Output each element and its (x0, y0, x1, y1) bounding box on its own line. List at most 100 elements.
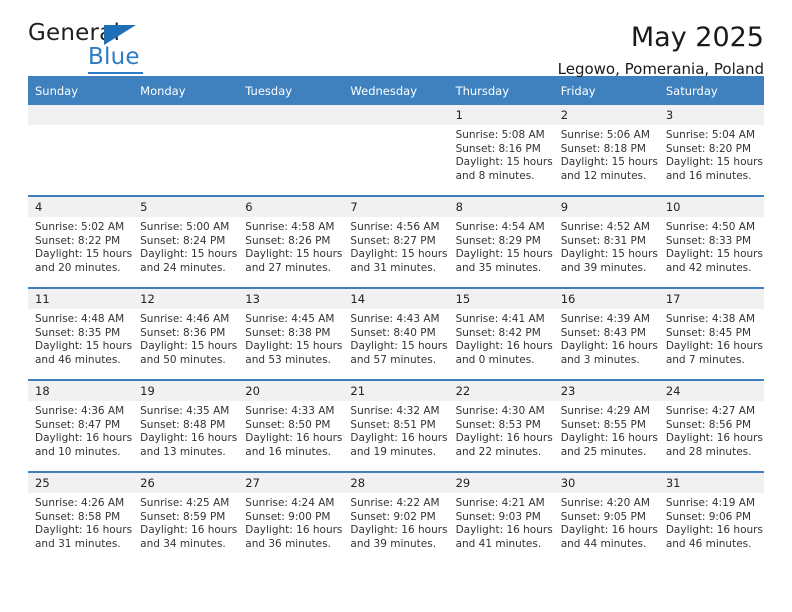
day-number: 26 (133, 473, 239, 493)
sunset-text: Sunset: 8:16 PM (455, 142, 541, 155)
daylight-text: and 35 minutes. (455, 261, 542, 274)
day-number (238, 105, 344, 125)
day-cell[interactable]: 6 Sunrise: 4:58 AM Sunset: 8:26 PM Daylight… (238, 195, 344, 288)
sunset-text: Sunset: 9:03 PM (455, 510, 541, 523)
day-sun-info: Sunrise: 4:50 AM Sunset: 8:33 PM Daylight:… (659, 217, 764, 275)
daylight-text: and 16 minutes. (665, 169, 752, 182)
day-number: 2 (553, 105, 659, 125)
day-cell[interactable]: 2 Sunrise: 5:06 AM Sunset: 8:18 PM Daylight… (553, 105, 659, 196)
sunset-text: Sunset: 8:38 PM (245, 326, 331, 339)
sunrise-text: Sunrise: 4:29 AM (560, 405, 650, 417)
daylight-text: and 46 minutes. (665, 537, 752, 550)
day-cell[interactable]: 3 Sunrise: 5:04 AM Sunset: 8:20 PM Daylight… (658, 105, 764, 196)
day-number: 25 (28, 473, 134, 493)
day-cell[interactable]: 27 Sunrise: 4:24 AM Sunset: 9:00 PM Dayligh… (238, 471, 344, 563)
day-sun-info: Sunrise: 4:22 AM Sunset: 9:02 PM Daylight:… (343, 493, 448, 551)
daylight-text: Daylight: 15 hours (665, 156, 763, 168)
day-cell[interactable]: 5 Sunrise: 5:00 AM Sunset: 8:24 PM Daylight… (133, 195, 239, 288)
daylight-text: and 42 minutes. (665, 261, 752, 274)
day-number: 18 (28, 381, 134, 401)
sunrise-text: Sunrise: 5:00 AM (140, 221, 230, 233)
sunset-text: Sunset: 8:55 PM (560, 418, 646, 431)
day-sun-info: Sunrise: 4:48 AM Sunset: 8:35 PM Daylight:… (28, 309, 133, 367)
daylight-text: and 24 minutes. (140, 261, 226, 274)
day-number: 6 (238, 197, 344, 217)
day-cell[interactable]: 1 Sunrise: 5:08 AM Sunset: 8:16 PM Daylight… (448, 105, 554, 196)
day-number: 28 (343, 473, 449, 493)
daylight-text: Daylight: 16 hours (455, 432, 553, 444)
daylight-text: and 16 minutes. (245, 445, 331, 458)
daylight-text: and 39 minutes. (560, 261, 647, 274)
day-cell[interactable]: 13 Sunrise: 4:45 AM Sunset: 8:38 PM Dayligh… (238, 287, 344, 380)
sunset-text: Sunset: 8:31 PM (560, 234, 646, 247)
sunrise-text: Sunrise: 4:35 AM (140, 405, 230, 417)
day-sun-info: Sunrise: 4:19 AM Sunset: 9:06 PM Daylight:… (659, 493, 764, 551)
sunrise-text: Sunrise: 4:19 AM (665, 497, 756, 509)
daylight-text: and 41 minutes. (455, 537, 542, 550)
day-cell[interactable]: 26 Sunrise: 4:25 AM Sunset: 8:59 PM Dayligh… (133, 471, 239, 563)
day-cell[interactable]: 15 Sunrise: 4:41 AM Sunset: 8:42 PM Dayligh… (448, 287, 554, 380)
daylight-text: Daylight: 15 hours (140, 248, 238, 260)
daylight-text: Daylight: 16 hours (455, 340, 553, 352)
day-cell[interactable]: 30 Sunrise: 4:20 AM Sunset: 9:05 PM Dayligh… (553, 471, 659, 563)
day-cell[interactable]: 17 Sunrise: 4:38 AM Sunset: 8:45 PM Dayligh… (658, 287, 764, 380)
day-sun-info: Sunrise: 4:52 AM Sunset: 8:31 PM Daylight:… (554, 217, 659, 275)
day-cell[interactable]: 22 Sunrise: 4:30 AM Sunset: 8:53 PM Dayligh… (448, 379, 554, 472)
day-cell[interactable]: 14 Sunrise: 4:43 AM Sunset: 8:40 PM Dayligh… (343, 287, 449, 380)
day-cell[interactable]: 31 Sunrise: 4:19 AM Sunset: 9:06 PM Dayligh… (658, 471, 764, 563)
day-cell[interactable]: 25 Sunrise: 4:26 AM Sunset: 8:58 PM Dayligh… (28, 471, 134, 563)
day-cell[interactable]: 20 Sunrise: 4:33 AM Sunset: 8:50 PM Dayligh… (238, 379, 344, 472)
day-cell[interactable]: 11 Sunrise: 4:48 AM Sunset: 8:35 PM Dayligh… (28, 287, 134, 380)
day-cell[interactable]: 29 Sunrise: 4:21 AM Sunset: 9:03 PM Dayligh… (448, 471, 554, 563)
daylight-text: Daylight: 15 hours (35, 248, 133, 260)
day-sun-info: Sunrise: 4:32 AM Sunset: 8:51 PM Daylight:… (343, 401, 448, 459)
sunset-text: Sunset: 8:53 PM (455, 418, 541, 431)
day-number: 29 (448, 473, 554, 493)
daylight-text: and 46 minutes. (35, 353, 121, 366)
sunrise-text: Sunrise: 4:25 AM (140, 497, 230, 509)
day-sun-info (343, 125, 448, 129)
daylight-text: Daylight: 16 hours (350, 432, 448, 444)
day-sun-info: Sunrise: 4:38 AM Sunset: 8:45 PM Daylight:… (659, 309, 764, 367)
daylight-text: Daylight: 16 hours (35, 432, 133, 444)
day-cell[interactable]: 18 Sunrise: 4:36 AM Sunset: 8:47 PM Dayligh… (28, 379, 134, 472)
calendar-week-row: 11 Sunrise: 4:48 AM Sunset: 8:35 PM Dayligh… (28, 287, 764, 380)
daylight-text: and 36 minutes. (245, 537, 331, 550)
day-cell[interactable]: 24 Sunrise: 4:27 AM Sunset: 8:56 PM Dayligh… (658, 379, 764, 472)
weekday-header-tuesday: Tuesday (238, 76, 344, 105)
day-cell[interactable]: 23 Sunrise: 4:29 AM Sunset: 8:55 PM Dayligh… (553, 379, 659, 472)
day-sun-info: Sunrise: 4:27 AM Sunset: 8:56 PM Daylight:… (659, 401, 764, 459)
daylight-text: and 12 minutes. (560, 169, 647, 182)
day-sun-info (28, 125, 133, 129)
sunset-text: Sunset: 8:47 PM (35, 418, 121, 431)
calendar-header-row: Sunday Monday Tuesday Wednesday Thursday Frid… (28, 76, 764, 105)
sunset-text: Sunset: 9:05 PM (560, 510, 646, 523)
daylight-text: Daylight: 15 hours (35, 340, 133, 352)
day-number: 9 (553, 197, 659, 217)
general-blue-logo[interactable]: General Blue (28, 22, 178, 74)
sunrise-text: Sunrise: 4:58 AM (245, 221, 335, 233)
day-cell[interactable]: 10 Sunrise: 4:50 AM Sunset: 8:33 PM Dayligh… (658, 195, 764, 288)
day-cell[interactable]: 4 Sunrise: 5:02 AM Sunset: 8:22 PM Daylight… (28, 195, 134, 288)
day-cell[interactable]: 9 Sunrise: 4:52 AM Sunset: 8:31 PM Daylight… (553, 195, 659, 288)
day-cell[interactable]: 21 Sunrise: 4:32 AM Sunset: 8:51 PM Dayligh… (343, 379, 449, 472)
daylight-text: Daylight: 15 hours (245, 248, 343, 260)
weekday-header-thursday: Thursday (448, 76, 554, 105)
sunset-text: Sunset: 8:20 PM (665, 142, 752, 155)
sunset-text: Sunset: 8:33 PM (665, 234, 752, 247)
daylight-text: Daylight: 16 hours (35, 524, 133, 536)
day-cell[interactable]: 7 Sunrise: 4:56 AM Sunset: 8:27 PM Daylight… (343, 195, 449, 288)
daylight-text: Daylight: 16 hours (140, 432, 238, 444)
sunrise-text: Sunrise: 4:21 AM (455, 497, 545, 509)
day-number: 17 (658, 289, 764, 309)
day-cell[interactable]: 16 Sunrise: 4:39 AM Sunset: 8:43 PM Dayligh… (553, 287, 659, 380)
day-cell[interactable]: 12 Sunrise: 4:46 AM Sunset: 8:36 PM Dayligh… (133, 287, 239, 380)
day-cell[interactable]: 19 Sunrise: 4:35 AM Sunset: 8:48 PM Dayligh… (133, 379, 239, 472)
sunset-text: Sunset: 8:58 PM (35, 510, 121, 523)
sunrise-text: Sunrise: 5:02 AM (35, 221, 125, 233)
daylight-text: Daylight: 15 hours (560, 248, 658, 260)
day-cell[interactable]: 28 Sunrise: 4:22 AM Sunset: 9:02 PM Dayligh… (343, 471, 449, 563)
day-cell[interactable]: 8 Sunrise: 4:54 AM Sunset: 8:29 PM Daylight… (448, 195, 554, 288)
day-sun-info: Sunrise: 4:20 AM Sunset: 9:05 PM Daylight:… (554, 493, 659, 551)
sunset-text: Sunset: 8:50 PM (245, 418, 331, 431)
